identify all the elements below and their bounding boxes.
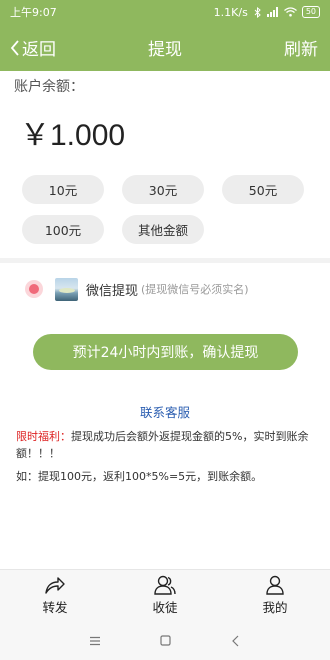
notice-example: 如：提现100元，返利100*5%=5元，到账余额。 [16,470,263,483]
amount-options: 10元 30元 50元 100元 其他金额 [22,175,322,244]
battery-icon: 50 [301,6,320,18]
payment-method-note: (提现微信号必须实名) [141,283,249,296]
home-square-icon [159,635,171,646]
balance-amount: ￥1.000 [20,119,126,152]
users-icon [154,575,176,595]
tab-share-label: 转发 [42,600,68,615]
back-triangle-icon [232,635,239,646]
amount-option-100[interactable]: 100元 [22,215,104,244]
chevron-left-icon [10,39,19,56]
menu-icon [90,636,100,645]
notice-highlight: 限时福利： [16,430,71,443]
share-icon [45,577,65,594]
amount-option-other[interactable]: 其他金额 [122,215,204,244]
refresh-button[interactable]: 刷新 [284,35,318,60]
signal-icon [266,7,278,17]
status-bar: 上午9:07 1.1K/s 50 [0,0,330,24]
confirm-withdraw-button[interactable]: 预计24小时内到账，确认提现 [33,334,298,370]
nav-menu-button[interactable] [83,629,107,653]
nav-back-button[interactable] [223,629,247,653]
payment-method-label: 微信提现 [86,283,139,299]
radio-selected[interactable] [25,280,43,298]
back-button[interactable]: 返回 [10,35,56,60]
radio-dot [29,284,39,294]
user-icon [266,575,284,595]
tab-profile-label: 我的 [262,600,288,615]
payment-method-wechat[interactable]: 微信提现 (提现微信号必须实名) [25,276,249,302]
system-nav-bar [0,621,330,660]
tab-recruit[interactable]: 收徒 [125,575,205,616]
status-time: 上午9:07 [10,6,57,19]
network-speed: 1.1K/s [213,5,248,19]
amount-option-10[interactable]: 10元 [22,175,104,204]
tab-recruit-label: 收徒 [152,600,178,615]
title-bar: 返回 提现 刷新 [0,24,330,71]
section-divider [0,258,330,263]
status-indicators: 1.1K/s 50 [214,6,320,19]
bonus-notice: 限时福利：提现成功后会额外返提现金额的5%，实时到账余额！！！ [16,428,316,462]
nav-home-button[interactable] [153,629,177,653]
tab-profile[interactable]: 我的 [235,575,315,616]
amount-option-50[interactable]: 50元 [222,175,304,204]
amount-option-30[interactable]: 30元 [122,175,204,204]
contact-service-link[interactable]: 联系客服 [0,402,330,421]
back-label: 返回 [22,40,56,60]
bluetooth-icon [254,6,261,18]
wifi-icon [283,7,297,17]
wechat-thumbnail-icon [55,277,78,301]
bottom-tab-bar: 转发 收徒 我的 [0,569,330,621]
tab-share[interactable]: 转发 [15,575,95,616]
balance-label: 账户余额： [14,79,84,95]
